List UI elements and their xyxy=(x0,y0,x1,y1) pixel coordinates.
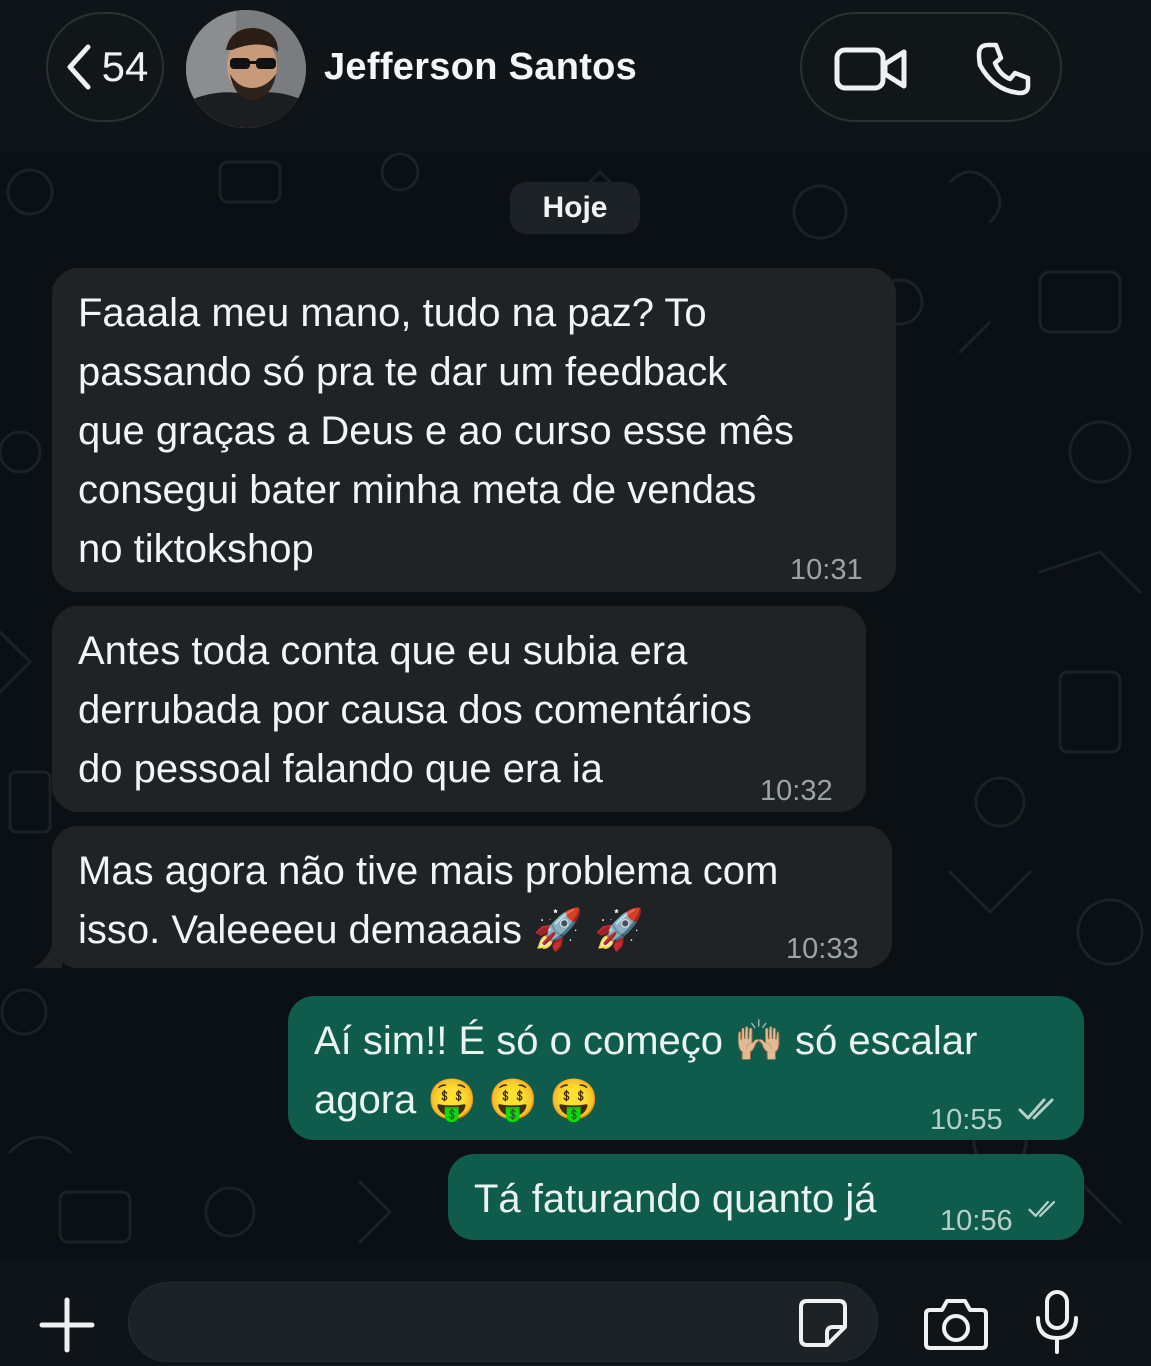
message-bubble-incoming[interactable]: Faaala meu mano, tudo na paz? To passand… xyxy=(52,268,896,592)
message-text: Antes toda conta que eu subia era derrub… xyxy=(78,629,752,791)
read-receipt-icon xyxy=(1018,1098,1054,1120)
chat-area[interactable]: Hoje Faaala meu mano, tudo na paz? To pa… xyxy=(0,152,1151,1260)
message-text: Faaala meu mano, tudo na paz? To passand… xyxy=(78,291,794,571)
plus-icon[interactable] xyxy=(38,1296,96,1354)
message-time: 10:32 xyxy=(760,775,833,807)
phone-icon[interactable] xyxy=(974,41,1032,97)
message-time: 10:31 xyxy=(790,554,863,586)
message-time: 10:55 xyxy=(930,1104,1003,1136)
microphone-icon[interactable] xyxy=(1034,1290,1080,1354)
message-input[interactable] xyxy=(128,1282,878,1362)
contact-name[interactable]: Jefferson Santos xyxy=(324,46,637,89)
message-time: 10:33 xyxy=(786,933,859,965)
message-time: 10:56 xyxy=(940,1205,1013,1237)
chat-header: 54 Jefferson Santos xyxy=(0,0,1151,152)
unread-count: 54 xyxy=(101,43,149,90)
chevron-left-icon xyxy=(67,44,91,90)
message-text: Mas agora não tive mais problema com iss… xyxy=(78,849,779,952)
avatar[interactable] xyxy=(186,10,306,128)
message-bubble-incoming[interactable]: Antes toda conta que eu subia era derrub… xyxy=(52,606,866,812)
composer-bar xyxy=(0,1260,1151,1366)
message-bubble-outgoing[interactable]: Tá faturando quanto já 10:56 xyxy=(448,1154,1084,1240)
camera-icon[interactable] xyxy=(924,1296,988,1350)
message-bubble-incoming[interactable]: Mas agora não tive mais problema com iss… xyxy=(52,826,892,968)
read-receipt-icon xyxy=(1028,1201,1056,1217)
call-actions xyxy=(800,12,1062,122)
message-bubble-outgoing[interactable]: Aí sim!! É só o começo 🙌🏼 só escalar ago… xyxy=(288,996,1084,1140)
bubble-tail xyxy=(32,938,62,968)
date-separator: Hoje xyxy=(510,182,640,234)
video-camera-icon[interactable] xyxy=(834,44,908,94)
sticker-icon[interactable] xyxy=(797,1297,849,1349)
back-button[interactable]: 54 xyxy=(46,12,164,122)
